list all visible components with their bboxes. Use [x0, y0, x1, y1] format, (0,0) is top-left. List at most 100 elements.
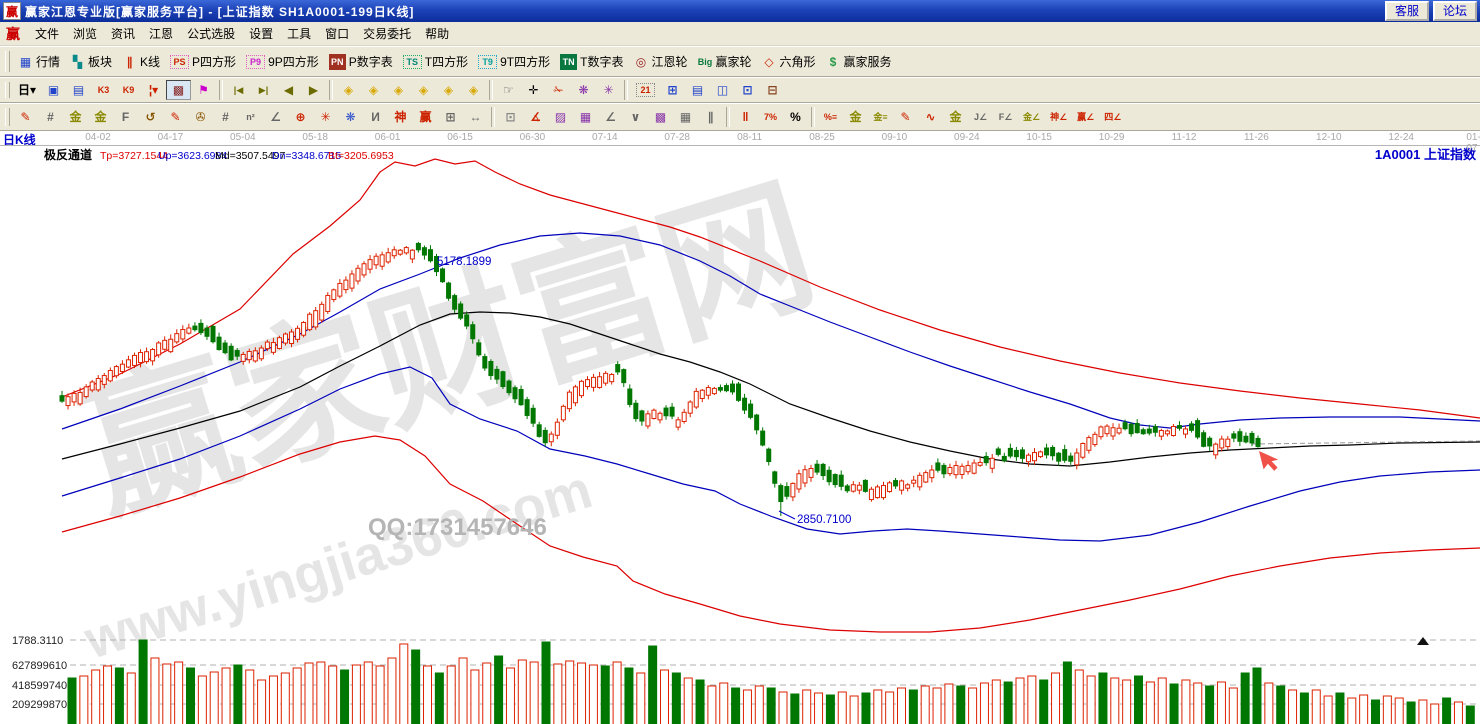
- t-number-table-button[interactable]: TNT数字表: [555, 51, 628, 72]
- compass-wheel-icon[interactable]: ✇: [188, 107, 213, 127]
- menu-item-公式选股[interactable]: 公式选股: [180, 25, 242, 43]
- f-square-icon[interactable]: F: [113, 107, 138, 127]
- nav-prev-icon[interactable]: ◀: [276, 80, 301, 100]
- width-arrows-icon[interactable]: ↔: [463, 107, 488, 127]
- fan-lines-icon[interactable]: ∡: [523, 107, 548, 127]
- t-square-button[interactable]: TST四方形: [398, 51, 473, 72]
- sectors-button[interactable]: ▚板块: [65, 51, 117, 72]
- pin-tool-icon[interactable]: ✁: [546, 80, 571, 100]
- nav-next-icon[interactable]: ▶: [301, 80, 326, 100]
- f-angle-icon[interactable]: F∠: [993, 107, 1018, 127]
- target-circle-icon[interactable]: ⊕: [288, 107, 313, 127]
- gold-section-icon[interactable]: ‖: [733, 107, 758, 127]
- shen-angle-icon[interactable]: 神∠: [1045, 107, 1072, 127]
- gann-wheel-button[interactable]: ◎江恩轮: [628, 51, 692, 72]
- ying-angle-icon[interactable]: 赢∠: [1072, 107, 1099, 127]
- nav-last-icon[interactable]: ▶|: [251, 80, 276, 100]
- v-expand-icon[interactable]: ◈: [436, 80, 461, 100]
- ninet-square-button[interactable]: T99T四方形: [473, 51, 555, 72]
- gold-underline-icon[interactable]: 金: [943, 107, 968, 127]
- gold-square-icon[interactable]: 金: [63, 107, 88, 127]
- gold-lines-icon[interactable]: 金≡: [868, 107, 893, 127]
- menu-item-设置[interactable]: 设置: [242, 25, 280, 43]
- percent-lines-icon[interactable]: %≡: [818, 107, 843, 127]
- v-compress-icon[interactable]: ◈: [461, 80, 486, 100]
- region-select-icon[interactable]: ▩: [166, 80, 191, 100]
- titlebar[interactable]: 赢 赢家江恩专业版[赢家服务平台] - [上证指数 SH1A0001-199日K…: [0, 0, 1480, 22]
- gold-square2-icon[interactable]: 金: [88, 107, 113, 127]
- n2-grid-icon[interactable]: n²: [238, 107, 263, 127]
- info-doc-icon[interactable]: ▤: [66, 80, 91, 100]
- flag-sort-icon[interactable]: ⚑: [191, 80, 216, 100]
- angle-tool-icon[interactable]: ∠: [263, 107, 288, 127]
- blue-web-icon[interactable]: ❋: [338, 107, 363, 127]
- winner-service-button[interactable]: $赢家服务: [821, 51, 897, 72]
- ninep-square-button[interactable]: P99P四方形: [241, 51, 324, 72]
- kline-button[interactable]: ∥K线: [117, 51, 165, 72]
- gold-angle-icon[interactable]: 金∠: [1018, 107, 1045, 127]
- spiral-icon[interactable]: ↺: [138, 107, 163, 127]
- pan-right-icon[interactable]: ◈: [361, 80, 386, 100]
- candle-style-dropdown[interactable]: ¦▾: [141, 80, 166, 100]
- trade-pc-icon[interactable]: ⊟: [760, 80, 785, 100]
- menu-item-工具[interactable]: 工具: [280, 25, 318, 43]
- ruler-grid-icon[interactable]: ⊞: [438, 107, 463, 127]
- p9-box-icon: P9: [246, 55, 265, 69]
- hexagon-button[interactable]: ◇六角形: [757, 51, 821, 72]
- h-compress-icon[interactable]: ◈: [411, 80, 436, 100]
- gann-box-icon[interactable]: ▨: [548, 107, 573, 127]
- notes-icon[interactable]: ▤: [685, 80, 710, 100]
- quotes-button[interactable]: ▦行情: [13, 51, 65, 72]
- draw-pen-icon[interactable]: ✎: [13, 107, 38, 127]
- save-icon[interactable]: ◫: [710, 80, 735, 100]
- ying-grid-icon[interactable]: 赢: [413, 107, 438, 127]
- spider-web-icon[interactable]: ✳: [596, 80, 621, 100]
- purple-grid-icon[interactable]: ▩: [648, 107, 673, 127]
- shen-grid-icon[interactable]: 神: [388, 107, 413, 127]
- crosshair-tool-icon[interactable]: ✛: [521, 80, 546, 100]
- customer-service-button[interactable]: 客服: [1385, 1, 1429, 21]
- kline-chart-canvas[interactable]: 赢家财富网www.yingjia360.com日K线极反通道Tp=3727.15…: [0, 131, 1480, 724]
- p-number-table-button[interactable]: PNP数字表: [324, 51, 398, 72]
- pin-pen-icon[interactable]: ✎: [893, 107, 918, 127]
- menu-item-窗口[interactable]: 窗口: [318, 25, 356, 43]
- zigzag-icon[interactable]: ∨: [623, 107, 648, 127]
- send-pc-icon[interactable]: ⊡: [735, 80, 760, 100]
- mini-chart-3-icon[interactable]: K3: [91, 80, 116, 100]
- forum-button[interactable]: 论坛: [1433, 1, 1477, 21]
- p-square-button[interactable]: PSP四方形: [165, 51, 241, 72]
- winner-wheel-button[interactable]: Big赢家轮: [692, 51, 756, 72]
- draw-marker-icon[interactable]: ✎: [163, 107, 188, 127]
- chart-window-icon[interactable]: ▣: [41, 80, 66, 100]
- percent-icon[interactable]: %: [783, 107, 808, 127]
- gann-grid-icon[interactable]: ▦: [573, 107, 598, 127]
- percent7-icon[interactable]: 7%: [758, 107, 783, 127]
- wave-ay-icon[interactable]: ∿: [918, 107, 943, 127]
- h-expand-icon[interactable]: ◈: [386, 80, 411, 100]
- menu-item-江恩[interactable]: 江恩: [142, 25, 180, 43]
- hand-tool-icon[interactable]: ☞: [496, 80, 521, 100]
- mini-chart-9-icon[interactable]: K9: [116, 80, 141, 100]
- period-day-dropdown[interactable]: 日▾: [13, 80, 41, 100]
- menu-item-浏览[interactable]: 浏览: [66, 25, 104, 43]
- gann-net-icon[interactable]: ❋: [571, 80, 596, 100]
- gold-circle-icon[interactable]: 金: [843, 107, 868, 127]
- nav-first-icon[interactable]: |◀: [226, 80, 251, 100]
- box-tool-icon[interactable]: ⊡: [498, 107, 523, 127]
- four-angle-icon[interactable]: 四∠: [1099, 107, 1126, 127]
- red-web-icon[interactable]: ✳: [313, 107, 338, 127]
- calendar-icon[interactable]: 21: [631, 81, 660, 99]
- fine-grid-icon[interactable]: #: [213, 107, 238, 127]
- grid-icon[interactable]: #: [38, 107, 63, 127]
- pan-left-icon[interactable]: ◈: [336, 80, 361, 100]
- parallel-lines-icon[interactable]: ∥: [698, 107, 723, 127]
- trend-angle-icon[interactable]: ∠: [598, 107, 623, 127]
- menu-item-帮助[interactable]: 帮助: [418, 25, 456, 43]
- j-angle-icon[interactable]: J∠: [968, 107, 993, 127]
- wave-mark-icon[interactable]: И: [363, 107, 388, 127]
- grid-box-icon[interactable]: ▦: [673, 107, 698, 127]
- calculator-icon[interactable]: ⊞: [660, 80, 685, 100]
- menu-item-文件[interactable]: 文件: [28, 25, 66, 43]
- menu-item-资讯[interactable]: 资讯: [104, 25, 142, 43]
- menu-item-交易委托[interactable]: 交易委托: [356, 25, 418, 43]
